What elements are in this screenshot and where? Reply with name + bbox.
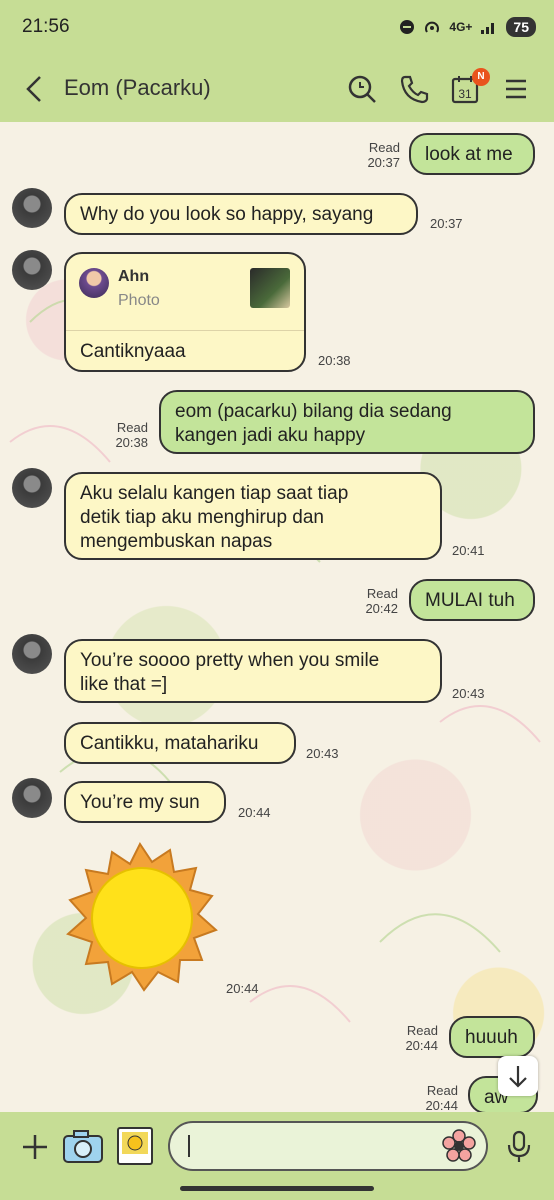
message-bubble-in[interactable]: Why do you look so happy, sayang [64, 193, 418, 235]
calendar-badge: N [472, 68, 490, 86]
sun-sticker[interactable] [60, 842, 220, 992]
status-time: 21:56 [22, 16, 70, 37]
message-bubble-in[interactable]: You’re soooo pretty when you smile like t… [64, 639, 442, 703]
calendar-day: 31 [458, 87, 472, 101]
avatar[interactable] [12, 778, 52, 818]
chat-title: Eom (Pacarku) [64, 75, 211, 100]
battery-level: 75 [506, 17, 536, 37]
read-receipt: Read 20:38 [115, 420, 148, 450]
quote-photo-thumbnail [250, 268, 290, 308]
message-time: 20:41 [452, 543, 485, 558]
read-receipt: Read 20:44 [405, 1023, 438, 1053]
read-receipt: Read 20:42 [365, 586, 398, 616]
plus-icon[interactable] [20, 1132, 50, 1162]
message-time: 20:44 [238, 805, 271, 820]
scroll-down-button[interactable] [498, 1056, 538, 1096]
read-receipt: Read 20:37 [367, 140, 400, 170]
chat-header: Eom (Pacarku) 31 [0, 56, 554, 122]
search-icon[interactable] [346, 73, 378, 105]
signal-icon [481, 23, 495, 34]
message-bubble-out[interactable]: huuuh [449, 1016, 535, 1058]
avatar[interactable] [12, 188, 52, 228]
phone-icon[interactable] [398, 73, 430, 105]
network-label: 4G+ [449, 20, 473, 34]
read-receipt: Read 20:44 [425, 1083, 458, 1113]
message-bubble-out[interactable]: eom (pacarku) bilang dia sedang kangen ja… [159, 390, 535, 454]
quote-avatar [79, 268, 109, 298]
message-time: 20:44 [226, 981, 259, 996]
quote-divider [66, 330, 304, 331]
message-input[interactable] [168, 1121, 488, 1171]
message-time: 20:37 [430, 216, 463, 231]
quote-sender: Ahn [118, 268, 150, 285]
message-bubble-out[interactable]: look at me [409, 133, 535, 175]
reply-text: Cantiknyaaa [80, 341, 186, 362]
message-time: 20:43 [306, 746, 339, 761]
emoji-flower-icon[interactable] [442, 1129, 476, 1163]
text-caret [188, 1135, 190, 1157]
avatar[interactable] [12, 468, 52, 508]
menu-icon[interactable] [500, 73, 532, 105]
gallery-icon[interactable] [116, 1126, 154, 1166]
message-bubble-in[interactable]: You’re my sun [64, 781, 226, 823]
hotspot-icon [425, 21, 440, 33]
microphone-icon[interactable] [506, 1130, 532, 1164]
camera-icon[interactable] [62, 1128, 104, 1164]
arrow-down-icon [509, 1066, 527, 1088]
message-bubble-in[interactable]: Aku selalu kangen tiap saat tiap detik ti… [64, 472, 442, 560]
status-icons: 4G+ 75 [399, 17, 536, 37]
message-time: 20:38 [318, 353, 351, 368]
dnd-icon [400, 20, 415, 34]
message-bubble-out[interactable]: MULAI tuh [409, 579, 535, 621]
status-bar: 21:56 4G+ 75 [0, 0, 554, 56]
avatar[interactable] [12, 250, 52, 290]
message-bubble-in[interactable]: Cantikku, matahariku [64, 722, 296, 764]
message-time: 20:43 [452, 686, 485, 701]
avatar[interactable] [12, 634, 52, 674]
gesture-navigation-bar [180, 1186, 374, 1191]
quote-type: Photo [118, 292, 160, 309]
back-arrow-icon[interactable] [22, 74, 46, 104]
